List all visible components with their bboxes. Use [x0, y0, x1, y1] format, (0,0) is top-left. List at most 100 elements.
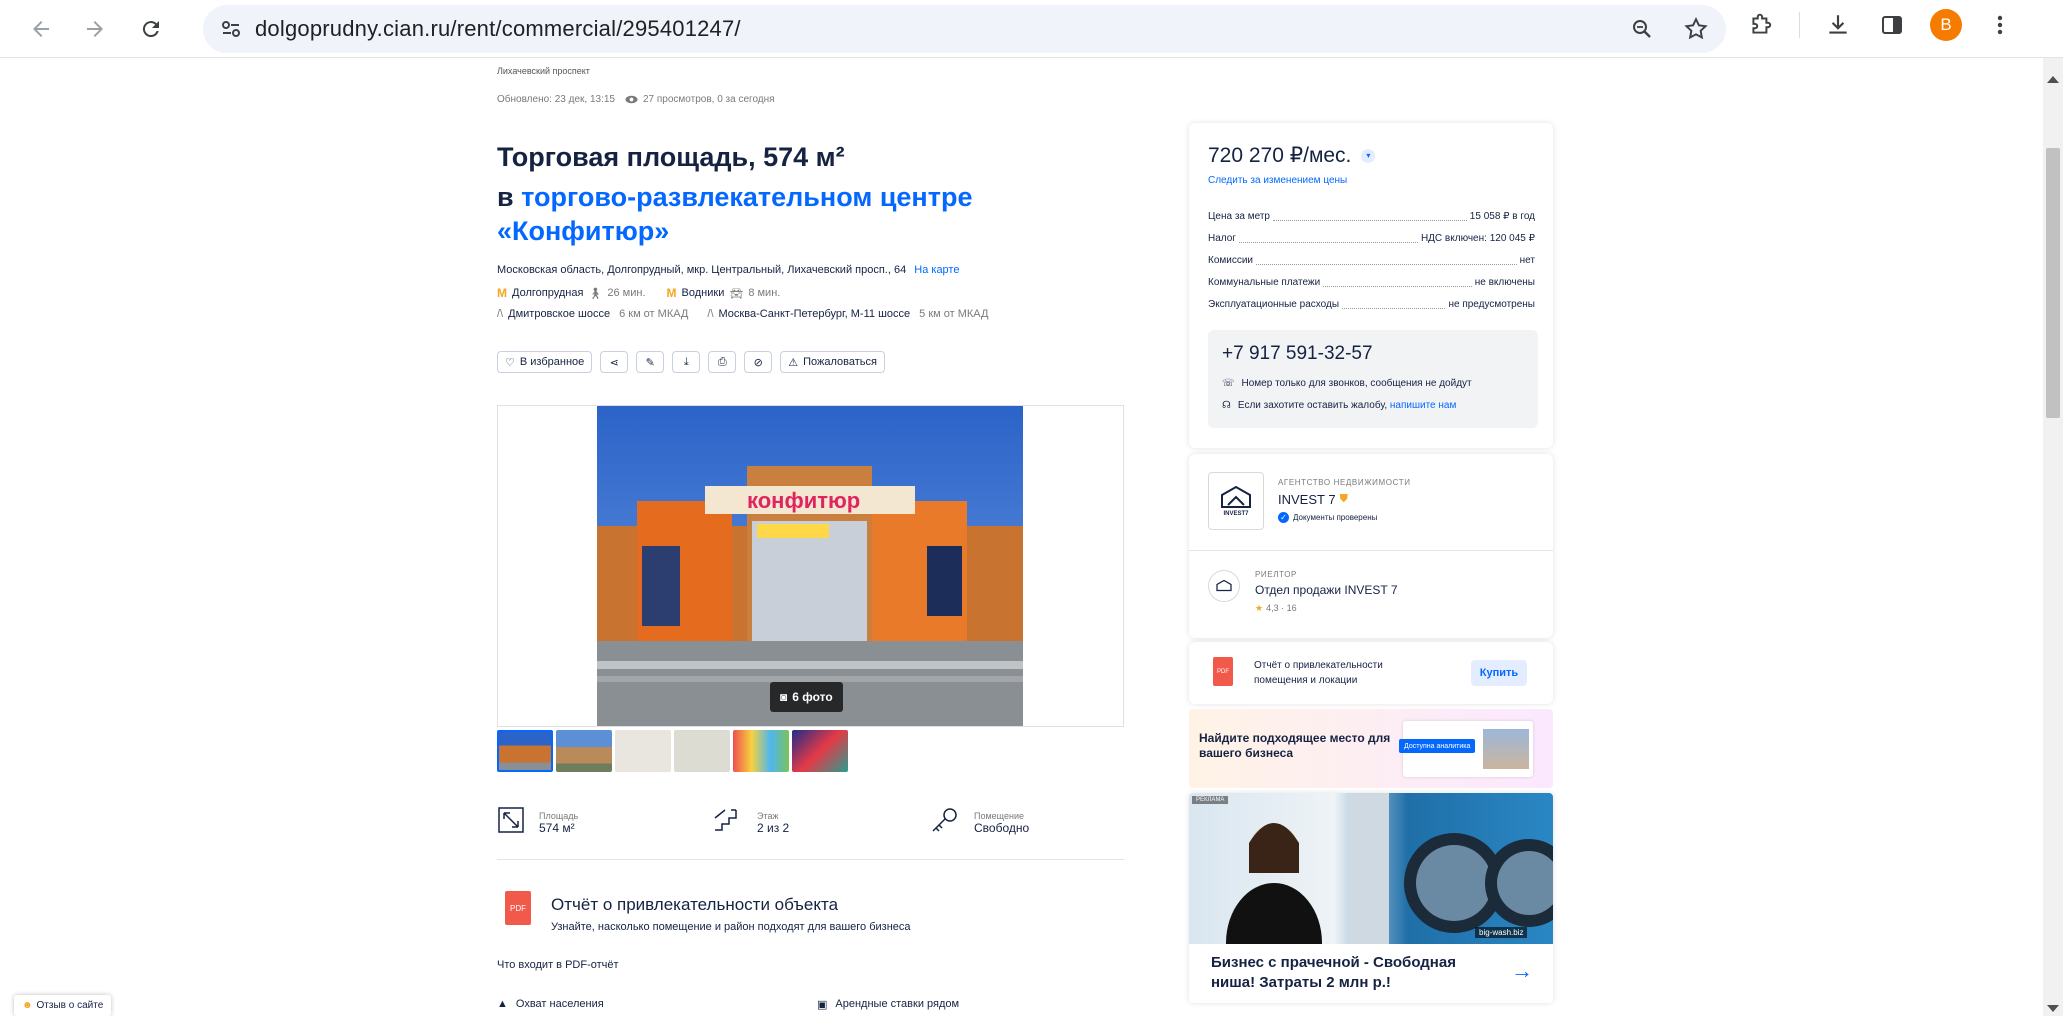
browser-toolbar: dolgoprudny.cian.ru/rent/commercial/2954…: [0, 0, 2063, 58]
thumbnail[interactable]: [792, 730, 848, 772]
metro-icon: М: [666, 286, 677, 300]
feature-value: Свободно: [974, 820, 1030, 835]
metro-station[interactable]: Водники: [682, 287, 725, 299]
back-icon[interactable]: [24, 12, 58, 46]
agency-name-row: INVEST 7 ⛊: [1278, 492, 1348, 507]
row-label: Эксплуатационные расходы: [1208, 299, 1340, 310]
arrow-right-icon[interactable]: →: [1511, 958, 1533, 984]
warning-icon: ⚠: [788, 356, 799, 369]
ad-text[interactable]: Бизнес с прачечной - Свободная ниша! Зат…: [1211, 953, 1496, 993]
feature-label: Площадь: [539, 810, 579, 821]
heart-icon: ♡: [505, 356, 515, 369]
shopping-center-link[interactable]: торгово-развлекательном центре «Конфитюр…: [497, 182, 972, 246]
thumbnail[interactable]: [615, 730, 671, 772]
ad-image[interactable]: [1189, 793, 1553, 1003]
price-row: Эксплуатационные расходы не предусмотрены: [1208, 294, 1535, 316]
report-item: ▣ Арендные ставки рядом: [817, 998, 959, 1011]
thumbnail[interactable]: [674, 730, 730, 772]
side-panel-icon[interactable]: [1876, 9, 1908, 41]
complaint-link[interactable]: напишите нам: [1390, 400, 1456, 411]
phone-icon: ☏: [1222, 378, 1235, 389]
updated-text: Обновлено: 23 дек, 13:15: [497, 94, 615, 105]
menu-kebab-icon[interactable]: [1984, 9, 2016, 41]
photo-thumbnails: [497, 730, 848, 772]
scroll-up-icon[interactable]: [2047, 76, 2059, 83]
address-breadcrumb: Лихачевский проспект: [497, 66, 590, 76]
highway-name: Москва-Санкт-Петербург, М-11 шоссе: [718, 308, 911, 320]
thumbnail[interactable]: [733, 730, 789, 772]
price-row: Налог НДС включен: 120 045 ₽: [1208, 228, 1535, 250]
download-button[interactable]: ⤓: [672, 351, 701, 373]
site-settings-icon[interactable]: [217, 15, 245, 43]
camera-icon: ◙: [780, 690, 788, 704]
metro-station[interactable]: Долгопрудная: [512, 287, 583, 299]
url-text[interactable]: dolgoprudny.cian.ru/rent/commercial/2954…: [255, 16, 741, 42]
address-bar[interactable]: dolgoprudny.cian.ru/rent/commercial/2954…: [203, 5, 1726, 53]
row-label: Коммунальные платежи: [1208, 277, 1321, 288]
agency-logo[interactable]: INVEST7: [1208, 472, 1264, 530]
tc-sign: конфитюр: [747, 488, 860, 513]
address-line: Московская область, Долгопрудный, мкр. Ц…: [497, 264, 959, 276]
reload-icon[interactable]: [134, 12, 168, 46]
main-photo[interactable]: конфитюр: [597, 406, 1023, 726]
phone-note: ☏ Номер только для звонков, сообщения не…: [1222, 378, 1472, 389]
pdf-icon: PDF: [1213, 657, 1233, 686]
photo-gallery[interactable]: конфитюр ◙ 6 фото: [497, 405, 1124, 727]
scroll-down-icon[interactable]: [2047, 1005, 2059, 1012]
feature-area: Площадь 574 м²: [497, 806, 578, 839]
report-item: ▲ Охват населения: [497, 998, 604, 1010]
report-item-label: Охват населения: [515, 998, 604, 1010]
report-title[interactable]: Отчёт о привлекательности объекта: [551, 895, 838, 915]
complain-button[interactable]: ⚠ Пожаловаться: [780, 351, 885, 373]
realtor-avatar[interactable]: [1208, 570, 1240, 602]
row-label: Налог: [1208, 233, 1236, 244]
profile-avatar[interactable]: B: [1930, 9, 1962, 41]
agency-name[interactable]: INVEST 7: [1278, 492, 1336, 507]
feedback-button[interactable]: ☻ Отзыв о сайте: [14, 995, 112, 1016]
listing-actions: ♡ В избранное ⋖ ✎ ⤓ ⎙ ⊘ ⚠ Пожаловаться: [497, 351, 885, 373]
thumbnail[interactable]: [497, 730, 553, 772]
ad-card[interactable]: РЕКЛАМА big-wash.biz Бизнес с прачечной …: [1189, 793, 1553, 1003]
favorite-button[interactable]: ♡ В избранное: [497, 351, 593, 373]
download-icon[interactable]: [1822, 9, 1854, 41]
scroll-thumb[interactable]: [2046, 148, 2060, 418]
photo-count-badge[interactable]: ◙ 6 фото: [770, 682, 843, 712]
agency-logo-text: INVEST7: [1223, 511, 1249, 517]
highway-name: Дмитровское шоссе: [508, 308, 611, 320]
phone-note-text: Номер только для звонков, сообщения не д…: [1241, 378, 1472, 389]
watch-price-link[interactable]: Следить за изменением цены: [1208, 175, 1347, 186]
promo-banner[interactable]: Найдите подходящее место для вашего бизн…: [1189, 709, 1553, 788]
realtor-name[interactable]: Отдел продажи INVEST 7: [1255, 583, 1398, 597]
report-subtitle: Узнайте, насколько помещение и район под…: [551, 921, 911, 933]
highway-icon: /\: [497, 308, 504, 320]
page-scrollbar[interactable]: [2043, 58, 2063, 1016]
forward-icon[interactable]: [78, 12, 112, 46]
feature-floor: Этаж 2 из 2: [713, 806, 789, 839]
buy-report-button[interactable]: Купить: [1471, 660, 1527, 686]
phone-number[interactable]: +7 917 591-32-57: [1222, 343, 1373, 365]
bookmark-star-icon[interactable]: [1680, 13, 1712, 45]
hide-button[interactable]: ⊘: [744, 351, 773, 373]
chevron-down-icon[interactable]: ▾: [1361, 148, 1376, 163]
subtitle-prefix: в: [497, 182, 522, 212]
extensions-icon[interactable]: [1745, 9, 1777, 41]
complaint-note: ☊ Если захотите оставить жалобу, напишит…: [1222, 400, 1456, 411]
listing-title: Торговая площадь, 574 м²: [497, 142, 845, 172]
ad-brand: big-wash.biz: [1475, 927, 1528, 938]
feature-label: Этаж: [757, 810, 779, 821]
eye-icon: [625, 95, 638, 104]
print-button[interactable]: ⎙: [708, 351, 737, 373]
price: 720 270 ₽/мес.: [1208, 144, 1352, 167]
thumbnail[interactable]: [556, 730, 612, 772]
toolbar-divider: [1799, 12, 1800, 38]
map-link[interactable]: На карте: [914, 264, 959, 276]
address-text: Московская область, Долгопрудный, мкр. Ц…: [497, 264, 907, 276]
printer-icon: ⎙: [717, 355, 727, 368]
note-button[interactable]: ✎: [636, 351, 665, 373]
share-button[interactable]: ⋖: [600, 351, 629, 373]
highway-icon: /\: [707, 308, 714, 320]
area-icon: [497, 806, 525, 839]
verified-row: ✓ Документы проверены: [1278, 512, 1377, 523]
price-row: Комиссии нет: [1208, 250, 1535, 272]
zoom-icon[interactable]: [1626, 13, 1658, 45]
